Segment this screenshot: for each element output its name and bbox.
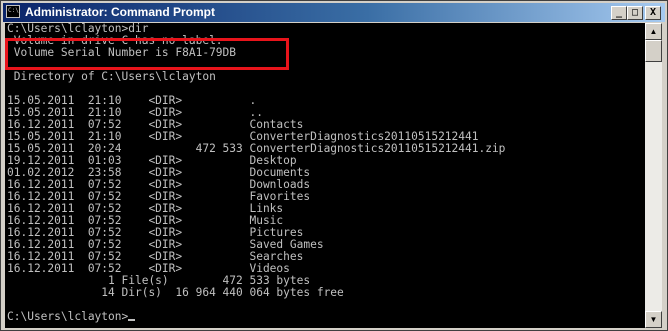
minimize-button[interactable]: _: [611, 6, 627, 20]
close-button[interactable]: X: [645, 6, 661, 20]
console-output[interactable]: C:\Users\lclayton>dir Volume in drive C …: [5, 23, 645, 328]
title-bar[interactable]: C:\ Administrator: Command Prompt _ □ X: [3, 3, 665, 22]
maximize-button[interactable]: □: [627, 6, 643, 20]
window-title: Administrator: Command Prompt: [25, 5, 216, 19]
vertical-scrollbar[interactable]: ▲ ▼: [645, 23, 662, 328]
command-prompt-window: C:\ Administrator: Command Prompt _ □ X …: [0, 0, 668, 331]
scroll-thumb[interactable]: [645, 40, 662, 62]
console-line: Directory of C:\Users\lclayton: [7, 70, 216, 83]
console-line: 14 Dir(s) 16 964 440 064 bytes free: [7, 286, 344, 299]
command-prompt-icon[interactable]: C:\: [6, 5, 20, 18]
text-cursor: [128, 319, 136, 321]
scroll-up-arrow-icon[interactable]: ▲: [645, 23, 662, 40]
console-line: C:\Users\lclayton>: [7, 311, 505, 323]
scroll-down-arrow-icon[interactable]: ▼: [645, 311, 662, 328]
volume-info-highlight-box: [5, 38, 289, 70]
